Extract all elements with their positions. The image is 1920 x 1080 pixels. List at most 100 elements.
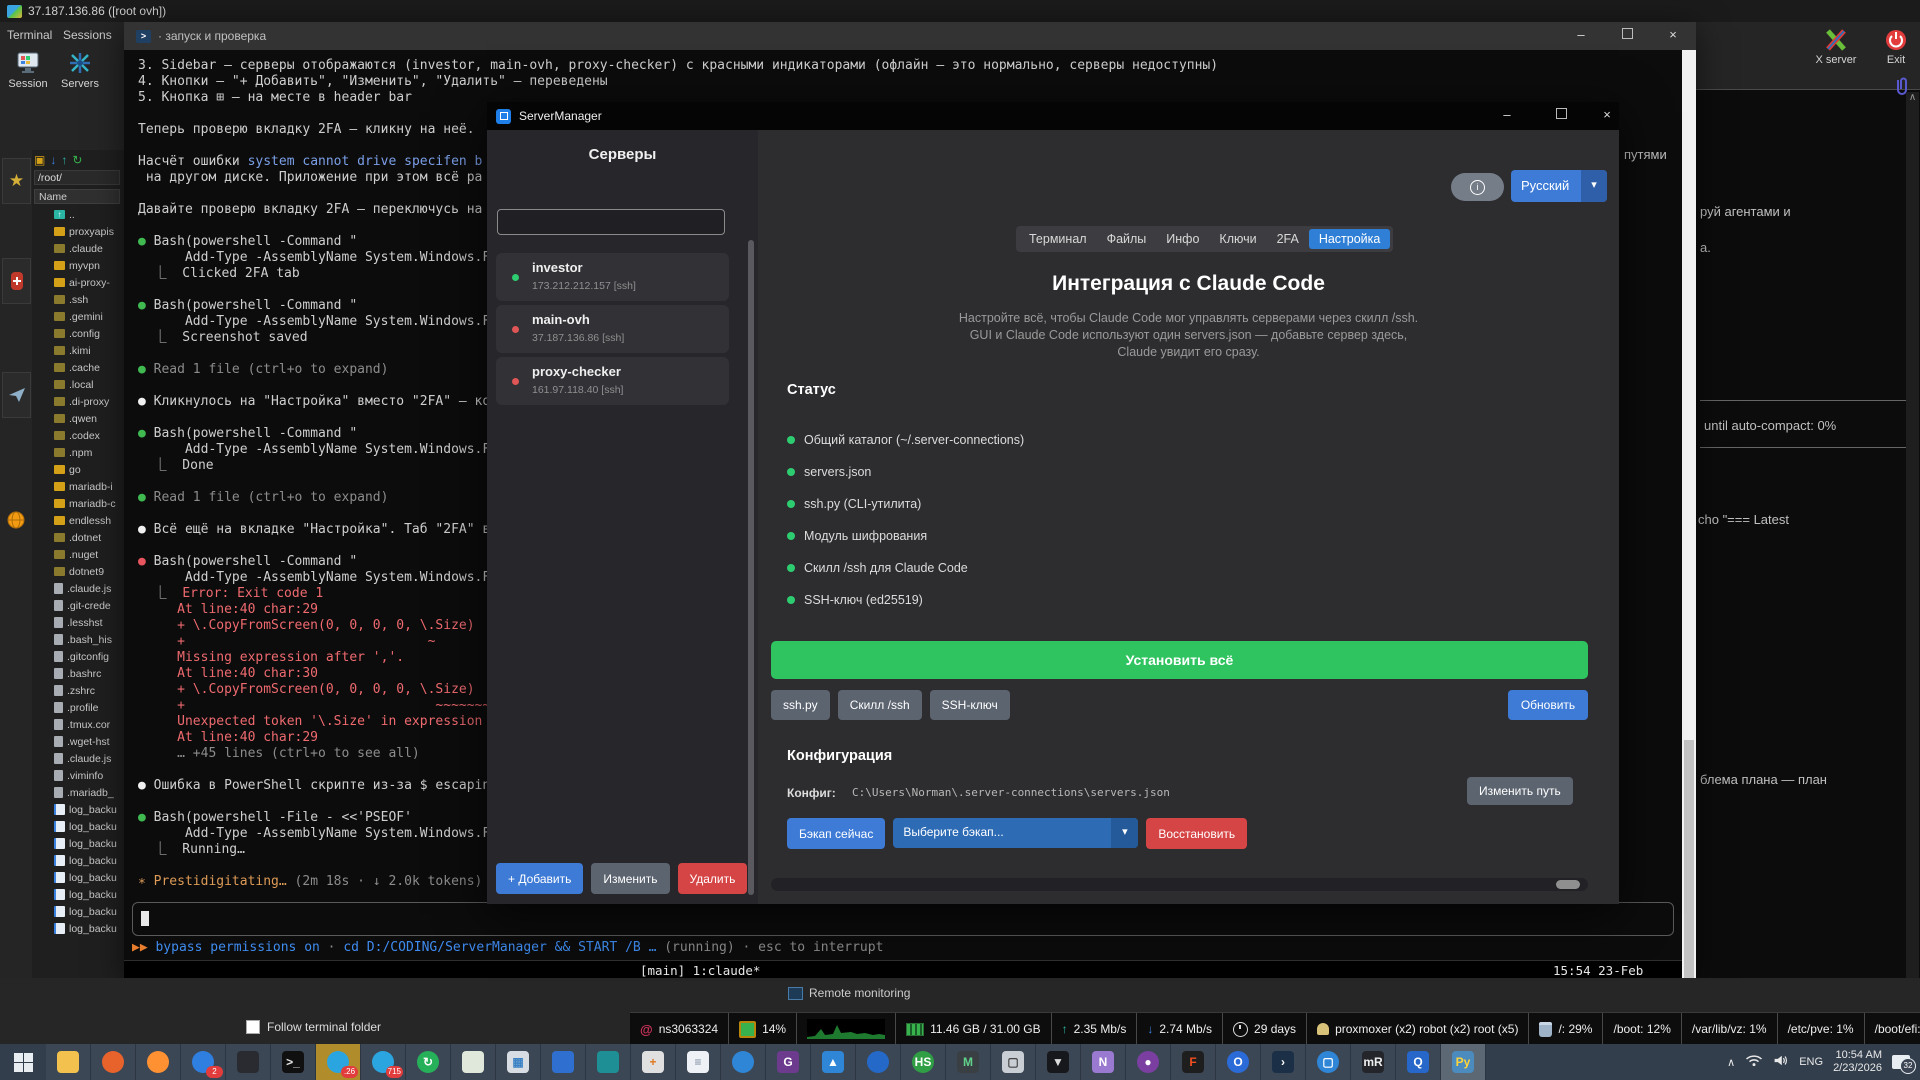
refresh-icon[interactable]: ↻ — [72, 153, 82, 167]
exit-button[interactable]: Exit — [1868, 28, 1920, 66]
taskbar-item-hs-app[interactable]: HS — [901, 1044, 946, 1080]
taskbar-item-app-blue[interactable]: 2 — [181, 1044, 226, 1080]
taskbar-item-dark-app[interactable] — [226, 1044, 271, 1080]
file-row[interactable]: .qwen — [34, 410, 124, 427]
file-row[interactable]: go — [34, 461, 124, 478]
terminal-titlebar[interactable]: > · запуск и проверка — [124, 22, 1696, 50]
servermanager-minimize-icon[interactable]: – — [1487, 102, 1527, 130]
taskbar-item-github[interactable]: ● — [1126, 1044, 1171, 1080]
sftp-path-input[interactable]: /root/ — [34, 170, 120, 185]
file-row[interactable]: .claude — [34, 240, 124, 257]
terminal-scrollbar-thumb[interactable] — [1684, 740, 1694, 990]
file-row[interactable]: log_backu — [34, 886, 124, 903]
background-terminal-scrollbar[interactable]: ∧ — [1906, 92, 1919, 1010]
taskbar-item-swirl-app[interactable] — [721, 1044, 766, 1080]
servers-button[interactable]: Servers — [56, 50, 104, 90]
tab-Инфо[interactable]: Инфо — [1156, 229, 1209, 249]
file-row[interactable]: endlessh — [34, 512, 124, 529]
taskbar-item-screen-app[interactable]: ▢ — [991, 1044, 1036, 1080]
servermanager-titlebar[interactable]: ServerManager — [487, 102, 1619, 130]
edit-server-button[interactable]: Изменить — [591, 863, 669, 894]
taskbar-item-sync[interactable]: ↻ — [406, 1044, 451, 1080]
volume-icon[interactable] — [1773, 1054, 1789, 1070]
taskbar-item-calculator[interactable]: ▦ — [496, 1044, 541, 1080]
folder-up-icon[interactable]: ▣ — [34, 153, 45, 167]
favorites-star-icon[interactable]: ★ — [2, 158, 31, 204]
tab-Настройка[interactable]: Настройка — [1309, 229, 1391, 249]
tool-button-ssh-py[interactable]: ssh.py — [771, 690, 830, 720]
file-row[interactable]: .tmux.cor — [34, 716, 124, 733]
file-row[interactable]: .nuget — [34, 546, 124, 563]
download-icon[interactable]: ↓ — [50, 153, 56, 167]
taskbar-item-notion[interactable]: N — [1081, 1044, 1126, 1080]
taskbar-item-sphere-app[interactable] — [856, 1044, 901, 1080]
language-dropdown[interactable]: Русский ▾ — [1511, 170, 1607, 202]
backup-select-dropdown[interactable]: Выберите бэкап... ▾ — [893, 818, 1138, 848]
taskbar-item-telegram[interactable]: 715 — [361, 1044, 406, 1080]
file-row[interactable]: .local — [34, 376, 124, 393]
file-row[interactable]: log_backu — [34, 818, 124, 835]
servermanager-close-icon[interactable]: × — [1587, 102, 1627, 130]
menu-sessions[interactable]: Sessions — [63, 28, 112, 42]
taskbar-item-funnel-app[interactable]: ▼ — [1036, 1044, 1081, 1080]
keyboard-language[interactable]: ENG — [1799, 1056, 1823, 1068]
info-button[interactable]: i — [1451, 173, 1504, 201]
file-row[interactable]: log_backu — [34, 903, 124, 920]
taskbar-item-opera[interactable]: O — [1216, 1044, 1261, 1080]
file-row[interactable]: .claude.js — [34, 750, 124, 767]
follow-terminal-checkbox[interactable]: Follow terminal folder — [246, 1020, 381, 1034]
file-row[interactable]: .lesshst — [34, 614, 124, 631]
file-row[interactable]: myvpn — [34, 257, 124, 274]
taskbar-item-quickutmo[interactable]: Q — [1396, 1044, 1441, 1080]
taskbar-item-start[interactable] — [0, 1044, 46, 1080]
server-item-proxy-checker[interactable]: proxy-checker161.97.118.40 [ssh] — [496, 357, 729, 405]
taskbar-item-mr-app[interactable]: mR — [1351, 1044, 1396, 1080]
horizontal-scrollbar-thumb[interactable] — [1556, 880, 1580, 889]
wifi-icon[interactable] — [1745, 1054, 1763, 1070]
tab-Терминал[interactable]: Терминал — [1019, 229, 1097, 249]
file-row[interactable]: .dotnet — [34, 529, 124, 546]
sftp-column-header[interactable]: Name — [34, 189, 120, 204]
terminal-close-icon[interactable]: × — [1650, 22, 1696, 50]
file-row[interactable]: .npm — [34, 444, 124, 461]
terminal-prompt-input[interactable] — [132, 902, 1674, 936]
sidebar-scrollbar[interactable] — [748, 240, 754, 895]
terminal-minimize-icon[interactable]: – — [1558, 22, 1604, 50]
file-row[interactable]: log_backu — [34, 801, 124, 818]
file-row[interactable]: dotnet9 — [34, 563, 124, 580]
taskbar-item-brave[interactable] — [91, 1044, 136, 1080]
terminal-maximize-icon[interactable] — [1604, 22, 1650, 50]
taskbar-item-teal-app[interactable] — [586, 1044, 631, 1080]
file-row[interactable]: proxyapis — [34, 223, 124, 240]
delete-server-button[interactable]: Удалить — [678, 863, 748, 894]
taskbar-item-figma[interactable]: F — [1171, 1044, 1216, 1080]
taskbar-item-cmd[interactable]: >_ — [271, 1044, 316, 1080]
upload-icon[interactable]: ↑ — [61, 153, 67, 167]
install-all-button[interactable]: Установить всё — [771, 641, 1588, 679]
backup-now-button[interactable]: Бэкап сейчас — [787, 818, 885, 849]
file-row[interactable]: .ssh — [34, 291, 124, 308]
macro-paperplane-icon[interactable] — [2, 372, 31, 418]
file-row[interactable]: .wget-hst — [34, 733, 124, 750]
file-row[interactable]: .gemini — [34, 308, 124, 325]
file-row[interactable]: .gitconfig — [34, 648, 124, 665]
file-row[interactable]: ↑.. — [34, 206, 124, 223]
tray-expand-icon[interactable]: ∧ — [1727, 1056, 1735, 1069]
server-item-investor[interactable]: investor173.212.212.157 [ssh] — [496, 253, 729, 301]
file-row[interactable]: .bashrc — [34, 665, 124, 682]
file-row[interactable]: .viminfo — [34, 767, 124, 784]
file-row[interactable]: .zshrc — [34, 682, 124, 699]
file-row[interactable]: .git-crede — [34, 597, 124, 614]
file-row[interactable]: .bash_his — [34, 631, 124, 648]
file-row[interactable]: .codex — [34, 427, 124, 444]
restore-button[interactable]: Восстановить — [1146, 818, 1247, 849]
terminal-scrollbar[interactable] — [1682, 50, 1696, 980]
file-row[interactable]: .cache — [34, 359, 124, 376]
server-item-main-ovh[interactable]: main-ovh37.187.136.86 [ssh] — [496, 305, 729, 353]
notification-icon[interactable]: 32 — [1892, 1055, 1910, 1069]
taskbar-item-telegram-active[interactable]: .26 — [316, 1044, 361, 1080]
tool-button-ssh-[interactable]: SSH-ключ — [930, 690, 1010, 720]
tool-button--ssh[interactable]: Скилл /ssh — [838, 690, 922, 720]
file-row[interactable]: log_backu — [34, 920, 124, 937]
menu-terminal[interactable]: Terminal — [7, 28, 52, 42]
